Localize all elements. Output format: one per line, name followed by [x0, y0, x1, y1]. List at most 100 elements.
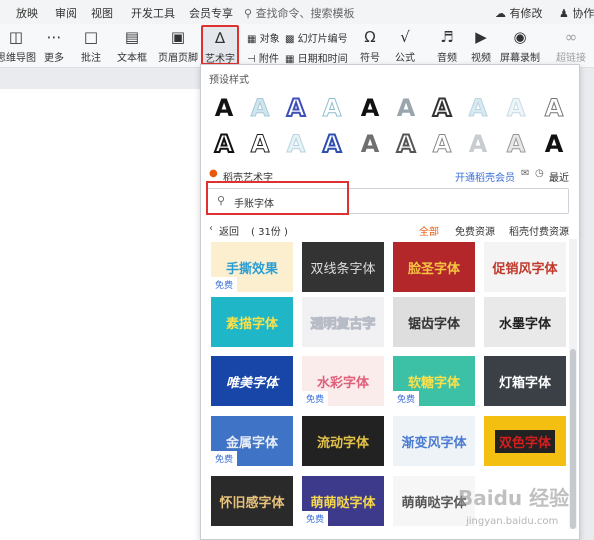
preset-style-11[interactable]: A — [207, 127, 241, 161]
more-label: 更多 — [44, 53, 64, 64]
slide-number-button[interactable]: ▩ 幻灯片编号 — [285, 30, 348, 45]
tile-7[interactable]: 锯齿字体 — [393, 297, 475, 347]
wordart-button[interactable]: ∆ 艺术字 — [201, 25, 239, 65]
command-search[interactable]: ⚲ 查找命令、搜索模板 — [244, 5, 355, 21]
search-icon: ⚲ — [244, 7, 253, 20]
back-link[interactable]: 返回 — [219, 223, 239, 238]
free-badge: 免费 — [302, 511, 329, 526]
textbox-button[interactable]: ▤ 文本框 — [112, 24, 152, 68]
header-footer-button[interactable]: ▣ 页眉页脚 — [158, 24, 198, 68]
hyperlink-button[interactable]: ∞ 超链接 — [551, 24, 591, 68]
tile-16[interactable]: 双色字体 — [484, 416, 566, 466]
tile-7-title: 锯齿字体 — [407, 316, 460, 332]
collab-button[interactable]: ♟ 协作 — [559, 5, 594, 21]
tile-17[interactable]: 怀旧感字体 — [211, 476, 293, 526]
tile-5-title: 素描字体 — [225, 316, 278, 332]
tile-12[interactable]: 灯箱字体 — [484, 356, 566, 406]
tile-1-title: 手撕效果 — [225, 261, 278, 277]
tile-4-title: 促销风字体 — [492, 261, 558, 277]
menu-member[interactable]: 会员专享 — [189, 5, 233, 21]
symbol-button[interactable]: Ω 符号 — [355, 24, 385, 68]
tile-3[interactable]: 脸圣字体 — [393, 242, 475, 292]
preset-style-19[interactable]: A — [499, 127, 533, 161]
recent-link[interactable]: 最近 — [549, 169, 569, 184]
preset-style-17[interactable]: A — [425, 127, 459, 161]
tile-15-title: 渐变风字体 — [401, 435, 467, 451]
filter-free[interactable]: 免费资源 — [455, 223, 495, 238]
tile-12-title: 灯箱字体 — [498, 375, 551, 391]
tile-11-title: 软糖字体 — [407, 375, 460, 391]
tile-16-title: 双色字体 — [494, 429, 555, 453]
tile-9[interactable]: 唯美字体 — [211, 356, 293, 406]
tile-4[interactable]: 促销风字体 — [484, 242, 566, 292]
preset-style-18[interactable]: A — [461, 127, 495, 161]
menu-bar: 放映 审阅 视图 开发工具 会员专享 ⚲ 查找命令、搜索模板 ☁ 有修改 ♟ 协… — [0, 0, 594, 24]
tile-6[interactable]: 透明复古字 — [302, 297, 384, 347]
formula-button[interactable]: √ 公式 — [390, 24, 420, 68]
message-icon[interactable]: ✉ — [521, 168, 529, 179]
filter-paid[interactable]: 稻壳付费资源 — [509, 223, 569, 238]
video-button[interactable]: ▶ 视频 — [466, 24, 496, 68]
preset-style-5[interactable]: A — [353, 91, 387, 125]
attachment-button[interactable]: ⊣ 附件 — [247, 50, 279, 65]
screen-record-label: 屏幕录制 — [500, 53, 540, 64]
preset-style-10[interactable]: A — [499, 91, 533, 125]
preset-style-20[interactable]: A — [537, 127, 571, 161]
screen-record-button[interactable]: ◉ 屏幕录制 — [500, 24, 540, 68]
preset-style-13[interactable]: A — [279, 127, 313, 161]
tile-10[interactable]: 水彩字体 免费 — [302, 356, 384, 406]
tile-5[interactable]: 素描字体 — [211, 297, 293, 347]
wordart-icon: ∆ — [214, 29, 226, 47]
menu-slideshow[interactable]: 放映 — [16, 5, 38, 21]
tile-15[interactable]: 渐变风字体 — [393, 416, 475, 466]
tile-3-title: 脸圣字体 — [407, 261, 460, 277]
textbox-label: 文本框 — [117, 53, 147, 64]
tile-6-title: 透明复古字 — [310, 316, 376, 332]
tile-13[interactable]: 金属字体 免费 — [211, 416, 293, 466]
preset-style-2[interactable]: A — [243, 91, 277, 125]
preset-style-14[interactable]: A — [315, 127, 349, 161]
open-member-link[interactable]: 开通稻壳会员 — [455, 169, 515, 184]
preset-style-3[interactable]: A — [279, 91, 313, 125]
filter-all[interactable]: 全部 — [419, 223, 439, 238]
preset-style-8[interactable]: A — [461, 91, 495, 125]
header-footer-icon: ▣ — [170, 28, 186, 46]
object-button[interactable]: ▦ 对象 — [247, 30, 280, 45]
clock-icon: ◷ — [535, 168, 544, 179]
slide-canvas[interactable] — [0, 89, 205, 540]
free-badge: 免费 — [211, 277, 238, 292]
tile-2[interactable]: 双线条字体 — [302, 242, 384, 292]
ribbon-toolbar: ◫ 思维导图 ⋯ 更多 □ 批注 ▤ 文本框 ▣ 页眉页脚 ∆ 艺术字 ▦ 对象… — [0, 24, 594, 68]
preset-style-16[interactable]: A — [389, 127, 423, 161]
free-badge: 免费 — [211, 451, 238, 466]
tile-8[interactable]: 水墨字体 — [484, 297, 566, 347]
preset-style-6[interactable]: A — [389, 91, 423, 125]
menu-view[interactable]: 视图 — [91, 5, 113, 21]
tile-2-title: 双线条字体 — [310, 261, 376, 277]
tile-11[interactable]: 软糖字体 免费 — [393, 356, 475, 406]
search-highlight-box — [206, 181, 349, 215]
mindmap-button[interactable]: ◫ 思维导图 — [0, 24, 36, 68]
tile-18[interactable]: 萌萌哒字体 免费 — [302, 476, 384, 526]
preset-style-9[interactable]: A — [537, 91, 571, 125]
datetime-button[interactable]: ▦ 日期和时间 — [285, 50, 348, 65]
omega-icon: Ω — [364, 28, 376, 46]
preset-style-7[interactable]: A — [425, 91, 459, 125]
more-button[interactable]: ⋯ 更多 — [38, 24, 70, 68]
back-chevron-icon[interactable]: ‹ — [209, 223, 213, 234]
changes-status[interactable]: ☁ 有修改 — [495, 5, 543, 21]
command-search-placeholder: 查找命令、搜索模板 — [255, 7, 355, 20]
preset-style-12[interactable]: A — [243, 127, 277, 161]
result-count: ( 31份 ) — [251, 227, 288, 238]
menu-review[interactable]: 审阅 — [55, 5, 77, 21]
preset-style-15[interactable]: A — [353, 127, 387, 161]
preset-style-4[interactable]: A — [315, 91, 349, 125]
more-icon: ⋯ — [46, 28, 62, 46]
menu-developer[interactable]: 开发工具 — [131, 5, 175, 21]
audio-label: 音频 — [437, 53, 457, 64]
tile-1[interactable]: 手撕效果 免费 — [211, 242, 293, 292]
preset-style-1[interactable]: A — [207, 91, 241, 125]
comment-button[interactable]: □ 批注 — [76, 24, 106, 68]
tile-14[interactable]: 流动字体 — [302, 416, 384, 466]
audio-button[interactable]: ♬ 音频 — [432, 24, 462, 68]
